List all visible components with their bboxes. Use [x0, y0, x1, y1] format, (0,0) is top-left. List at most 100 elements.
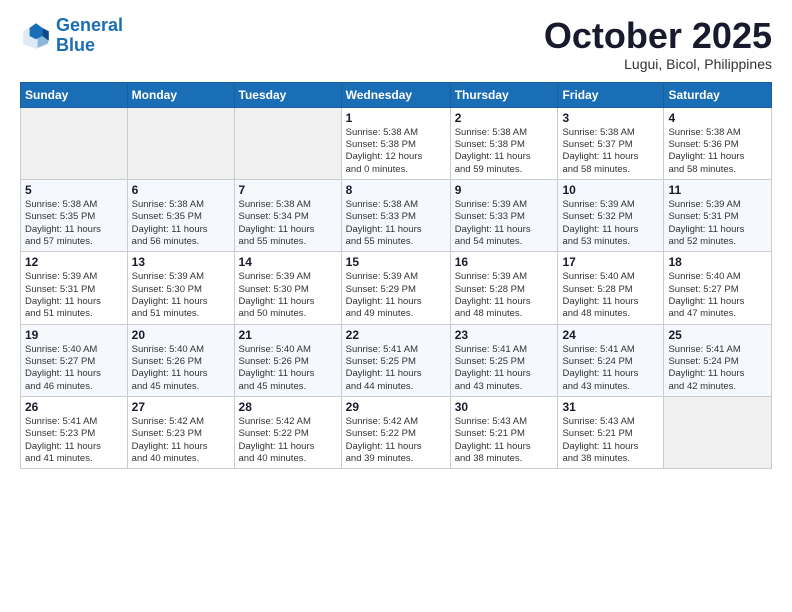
day-number: 25 [668, 328, 767, 342]
calendar-cell: 17 Sunrise: 5:40 AM Sunset: 5:28 PM Dayli… [558, 252, 664, 324]
day-number: 9 [455, 183, 554, 197]
day-number: 28 [239, 400, 337, 414]
cell-info: Sunrise: 5:40 AM Sunset: 5:26 PM Dayligh… [239, 344, 337, 393]
day-number: 19 [25, 328, 123, 342]
day-number: 29 [346, 400, 446, 414]
day-number: 4 [668, 111, 767, 125]
day-number: 18 [668, 255, 767, 269]
day-number: 7 [239, 183, 337, 197]
calendar-table: SundayMondayTuesdayWednesdayThursdayFrid… [20, 82, 772, 470]
calendar-cell: 24Sunrise: 5:41 AM Sunset: 5:24 PM Dayli… [558, 324, 664, 396]
calendar-week-2: 5 Sunrise: 5:38 AM Sunset: 5:35 PM Daylig… [21, 179, 772, 251]
calendar-cell [21, 107, 128, 179]
cell-info: Sunrise: 5:38 AM Sunset: 5:36 PM Dayligh… [668, 127, 767, 176]
day-number: 8 [346, 183, 446, 197]
calendar-cell: 19 Sunrise: 5:40 AM Sunset: 5:27 PM Dayli… [21, 324, 128, 396]
calendar-cell: 23Sunrise: 5:41 AM Sunset: 5:25 PM Dayli… [450, 324, 558, 396]
cell-info: Sunrise: 5:39 AM Sunset: 5:33 PM Dayligh… [455, 199, 554, 248]
day-number: 3 [562, 111, 659, 125]
cell-info: Sunrise: 5:39 AM Sunset: 5:31 PM Dayligh… [25, 271, 123, 320]
header: General Blue October 2025 Lugui, Bicol, … [20, 16, 772, 72]
logo: General Blue [20, 16, 123, 56]
day-number: 11 [668, 183, 767, 197]
calendar-cell: 22 Sunrise: 5:41 AM Sunset: 5:25 PM Dayli… [341, 324, 450, 396]
calendar-cell: 11 Sunrise: 5:39 AM Sunset: 5:31 PM Dayli… [664, 179, 772, 251]
calendar-cell: 25 Sunrise: 5:41 AM Sunset: 5:24 PM Dayli… [664, 324, 772, 396]
cell-info: Sunrise: 5:40 AM Sunset: 5:27 PM Dayligh… [25, 344, 123, 393]
calendar-week-3: 12 Sunrise: 5:39 AM Sunset: 5:31 PM Dayli… [21, 252, 772, 324]
calendar-cell: 28 Sunrise: 5:42 AM Sunset: 5:22 PM Dayli… [234, 397, 341, 469]
cell-info: Sunrise: 5:41 AM Sunset: 5:25 PM Dayligh… [346, 344, 446, 393]
day-number: 5 [25, 183, 123, 197]
calendar-cell: 1Sunrise: 5:38 AM Sunset: 5:38 PM Daylig… [341, 107, 450, 179]
calendar-cell: 2Sunrise: 5:38 AM Sunset: 5:38 PM Daylig… [450, 107, 558, 179]
logo-icon [20, 20, 52, 52]
calendar-cell: 26Sunrise: 5:41 AM Sunset: 5:23 PM Dayli… [21, 397, 128, 469]
day-number: 12 [25, 255, 123, 269]
day-header-thursday: Thursday [450, 82, 558, 107]
day-number: 1 [346, 111, 446, 125]
calendar-week-4: 19 Sunrise: 5:40 AM Sunset: 5:27 PM Dayli… [21, 324, 772, 396]
calendar-week-1: 1Sunrise: 5:38 AM Sunset: 5:38 PM Daylig… [21, 107, 772, 179]
calendar-cell: 13 Sunrise: 5:39 AM Sunset: 5:30 PM Dayli… [127, 252, 234, 324]
cell-info: Sunrise: 5:39 AM Sunset: 5:30 PM Dayligh… [239, 271, 337, 320]
cell-info: Sunrise: 5:38 AM Sunset: 5:35 PM Dayligh… [25, 199, 123, 248]
calendar-week-5: 26Sunrise: 5:41 AM Sunset: 5:23 PM Dayli… [21, 397, 772, 469]
cell-info: Sunrise: 5:39 AM Sunset: 5:30 PM Dayligh… [132, 271, 230, 320]
logo-line2: Blue [56, 35, 95, 55]
calendar-header-row: SundayMondayTuesdayWednesdayThursdayFrid… [21, 82, 772, 107]
calendar-cell: 3Sunrise: 5:38 AM Sunset: 5:37 PM Daylig… [558, 107, 664, 179]
calendar-cell [127, 107, 234, 179]
cell-info: Sunrise: 5:41 AM Sunset: 5:24 PM Dayligh… [668, 344, 767, 393]
cell-info: Sunrise: 5:42 AM Sunset: 5:22 PM Dayligh… [239, 416, 337, 465]
calendar-cell: 20Sunrise: 5:40 AM Sunset: 5:26 PM Dayli… [127, 324, 234, 396]
cell-info: Sunrise: 5:39 AM Sunset: 5:31 PM Dayligh… [668, 199, 767, 248]
calendar-cell: 15Sunrise: 5:39 AM Sunset: 5:29 PM Dayli… [341, 252, 450, 324]
day-header-tuesday: Tuesday [234, 82, 341, 107]
calendar-cell: 8Sunrise: 5:38 AM Sunset: 5:33 PM Daylig… [341, 179, 450, 251]
day-header-saturday: Saturday [664, 82, 772, 107]
calendar-cell: 14 Sunrise: 5:39 AM Sunset: 5:30 PM Dayli… [234, 252, 341, 324]
day-header-wednesday: Wednesday [341, 82, 450, 107]
day-number: 20 [132, 328, 230, 342]
day-number: 26 [25, 400, 123, 414]
month-title: October 2025 [544, 16, 772, 56]
page: General Blue October 2025 Lugui, Bicol, … [0, 0, 792, 612]
day-number: 17 [562, 255, 659, 269]
day-number: 6 [132, 183, 230, 197]
calendar-cell: 18 Sunrise: 5:40 AM Sunset: 5:27 PM Dayli… [664, 252, 772, 324]
calendar-cell [664, 397, 772, 469]
day-header-monday: Monday [127, 82, 234, 107]
logo-line1: General [56, 15, 123, 35]
day-number: 31 [562, 400, 659, 414]
calendar-cell: 16 Sunrise: 5:39 AM Sunset: 5:28 PM Dayli… [450, 252, 558, 324]
cell-info: Sunrise: 5:43 AM Sunset: 5:21 PM Dayligh… [455, 416, 554, 465]
day-number: 16 [455, 255, 554, 269]
day-number: 13 [132, 255, 230, 269]
cell-info: Sunrise: 5:42 AM Sunset: 5:23 PM Dayligh… [132, 416, 230, 465]
cell-info: Sunrise: 5:40 AM Sunset: 5:27 PM Dayligh… [668, 271, 767, 320]
cell-info: Sunrise: 5:39 AM Sunset: 5:32 PM Dayligh… [562, 199, 659, 248]
calendar-cell: 9 Sunrise: 5:39 AM Sunset: 5:33 PM Daylig… [450, 179, 558, 251]
cell-info: Sunrise: 5:39 AM Sunset: 5:28 PM Dayligh… [455, 271, 554, 320]
subtitle: Lugui, Bicol, Philippines [544, 56, 772, 72]
calendar-cell: 21 Sunrise: 5:40 AM Sunset: 5:26 PM Dayli… [234, 324, 341, 396]
cell-info: Sunrise: 5:38 AM Sunset: 5:35 PM Dayligh… [132, 199, 230, 248]
calendar-cell: 5 Sunrise: 5:38 AM Sunset: 5:35 PM Daylig… [21, 179, 128, 251]
calendar-cell: 4 Sunrise: 5:38 AM Sunset: 5:36 PM Daylig… [664, 107, 772, 179]
calendar-cell: 29 Sunrise: 5:42 AM Sunset: 5:22 PM Dayli… [341, 397, 450, 469]
day-number: 30 [455, 400, 554, 414]
cell-info: Sunrise: 5:39 AM Sunset: 5:29 PM Dayligh… [346, 271, 446, 320]
day-number: 27 [132, 400, 230, 414]
day-number: 21 [239, 328, 337, 342]
day-number: 2 [455, 111, 554, 125]
day-number: 22 [346, 328, 446, 342]
logo-text: General Blue [56, 16, 123, 56]
day-number: 24 [562, 328, 659, 342]
calendar-cell: 30 Sunrise: 5:43 AM Sunset: 5:21 PM Dayli… [450, 397, 558, 469]
day-header-sunday: Sunday [21, 82, 128, 107]
calendar-cell [234, 107, 341, 179]
day-number: 14 [239, 255, 337, 269]
cell-info: Sunrise: 5:42 AM Sunset: 5:22 PM Dayligh… [346, 416, 446, 465]
cell-info: Sunrise: 5:40 AM Sunset: 5:28 PM Dayligh… [562, 271, 659, 320]
